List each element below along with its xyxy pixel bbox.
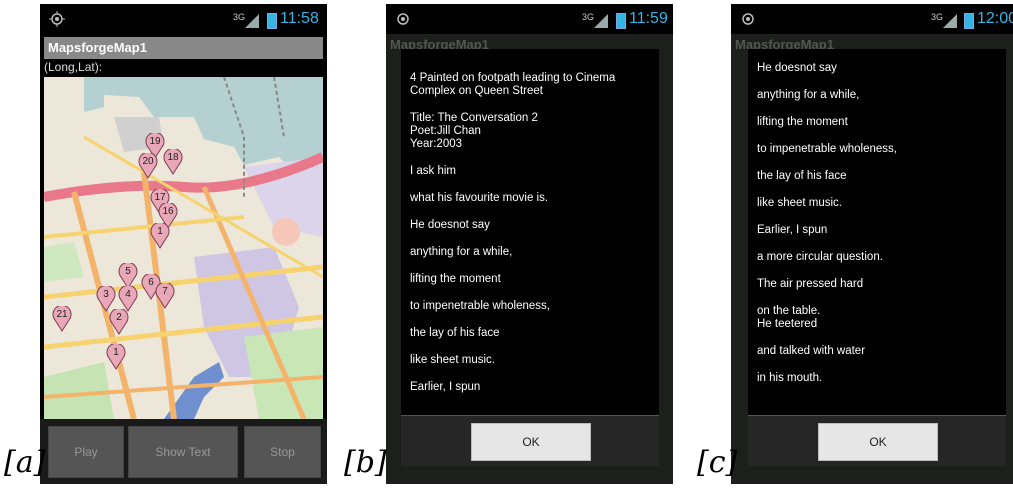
phone-screen-dialog-b: 3G 11:59 MapsforgeMap1 4 Painted on foot…	[386, 4, 673, 484]
map-marker[interactable]: 7	[155, 281, 175, 309]
map-marker[interactable]: 20	[138, 151, 158, 179]
network-type-label: 3G	[582, 12, 595, 22]
marker-label: 16	[162, 206, 174, 217]
dialog-line: the lay of his face	[410, 327, 500, 339]
map-marker[interactable]: 21	[52, 304, 72, 332]
marker-label: 18	[167, 152, 179, 163]
map-canvas[interactable]	[44, 77, 323, 419]
dialog-line: I ask him	[410, 165, 457, 177]
marker-label: 1	[113, 347, 119, 358]
play-button[interactable]: Play	[48, 426, 124, 478]
marker-label: 4	[125, 289, 131, 300]
marker-label: 21	[56, 309, 68, 320]
dialog-line: He doesnot say	[757, 62, 837, 74]
dialog-line: He doesnot say	[410, 219, 490, 231]
clock: 12:00	[977, 10, 1013, 27]
button-bar: Play Show Text Stop	[40, 419, 327, 484]
dialog-button-bar: OK	[401, 415, 659, 466]
marker-label: 19	[149, 136, 161, 147]
marker-label: 5	[125, 266, 131, 277]
dialog-line: 4 Painted on footpath leading to Cinema C…	[410, 72, 616, 97]
dialog-line: anything for a while,	[757, 89, 860, 101]
dialog-text: 4 Painted on footpath leading to Cinema C…	[401, 49, 659, 394]
ok-button[interactable]: OK	[818, 423, 938, 461]
battery-icon	[616, 13, 626, 29]
signal-icon	[594, 14, 608, 28]
panel-caption-c: [c]	[697, 445, 738, 480]
network-type-label: 3G	[931, 12, 944, 22]
map-marker[interactable]: 2	[109, 307, 129, 335]
dialog-line: to impenetrable wholeness,	[410, 300, 550, 312]
poem-dialog: 4 Painted on footpath leading to Cinema C…	[401, 49, 659, 419]
coordinate-readout: (Long,Lat):	[44, 60, 103, 74]
panel-caption-a: [a]	[4, 445, 46, 480]
marker-label: 1	[157, 226, 163, 237]
dialog-line: Title: The Conversation 2 Poet:Jill Chan Y…	[410, 112, 538, 150]
status-bar: 3G 11:59	[386, 4, 673, 34]
battery-icon	[964, 13, 974, 29]
gps-icon	[742, 13, 754, 25]
status-bar: 3G 11:58	[40, 4, 327, 34]
dialog-button-bar: OK	[748, 415, 1006, 466]
dialog-line: Earlier, I spun	[757, 224, 828, 236]
dialog-line: on the table. He teetered	[757, 305, 821, 330]
dialog-line: and talked with water	[757, 345, 866, 357]
dialog-line: the lay of his face	[757, 170, 847, 182]
show-text-button[interactable]: Show Text	[128, 426, 238, 478]
signal-icon	[245, 14, 259, 28]
gps-icon	[397, 13, 409, 25]
marker-label: 7	[162, 286, 168, 297]
dialog-line: like sheet music.	[757, 197, 843, 209]
network-type-label: 3G	[233, 12, 246, 22]
marker-label: 2	[116, 312, 122, 323]
poem-dialog: He doesnot say anything for a while, lif…	[748, 49, 1006, 419]
map-marker[interactable]: 1	[150, 221, 170, 249]
dialog-line: like sheet music.	[410, 354, 496, 366]
dialog-line: The air pressed hard	[757, 278, 864, 290]
dialog-line: Earlier, I spun	[410, 381, 481, 393]
panel-caption-b: [b]	[344, 445, 387, 480]
map-marker[interactable]: 1	[106, 342, 126, 370]
dialog-line: in his mouth.	[757, 372, 823, 384]
marker-label: 17	[154, 192, 166, 203]
dialog-line: to impenetrable wholeness,	[757, 143, 897, 155]
clock: 11:59	[629, 10, 668, 27]
dialog-text: He doesnot say anything for a while, lif…	[748, 49, 1006, 385]
dialog-line: a more circular question.	[757, 251, 883, 263]
signal-icon	[943, 14, 957, 28]
map-view[interactable]: 19 18 20 17 16 1 5 6 4 3 7 2 21 1	[44, 77, 323, 419]
dialog-line: anything for a while,	[410, 246, 513, 258]
marker-label: 3	[103, 289, 109, 300]
clock: 11:58	[280, 10, 319, 27]
phone-screen-map: 3G 11:58 MapsforgeMap1 (Long,Lat): 19 18…	[40, 4, 327, 484]
dialog-line: lifting the moment	[410, 273, 501, 285]
gps-icon	[49, 11, 65, 27]
dialog-line: lifting the moment	[757, 116, 848, 128]
ok-button[interactable]: OK	[471, 423, 591, 461]
dialog-line: what his favourite movie is.	[410, 192, 549, 204]
marker-label: 20	[142, 156, 154, 167]
stop-button[interactable]: Stop	[244, 426, 321, 478]
status-bar: 3G 12:00	[731, 4, 1013, 34]
map-marker[interactable]: 18	[163, 147, 183, 175]
phone-screen-dialog-c: 3G 12:00 MapsforgeMap1 He doesnot say an…	[731, 4, 1013, 484]
app-title: MapsforgeMap1	[44, 37, 323, 59]
battery-icon	[267, 13, 277, 29]
